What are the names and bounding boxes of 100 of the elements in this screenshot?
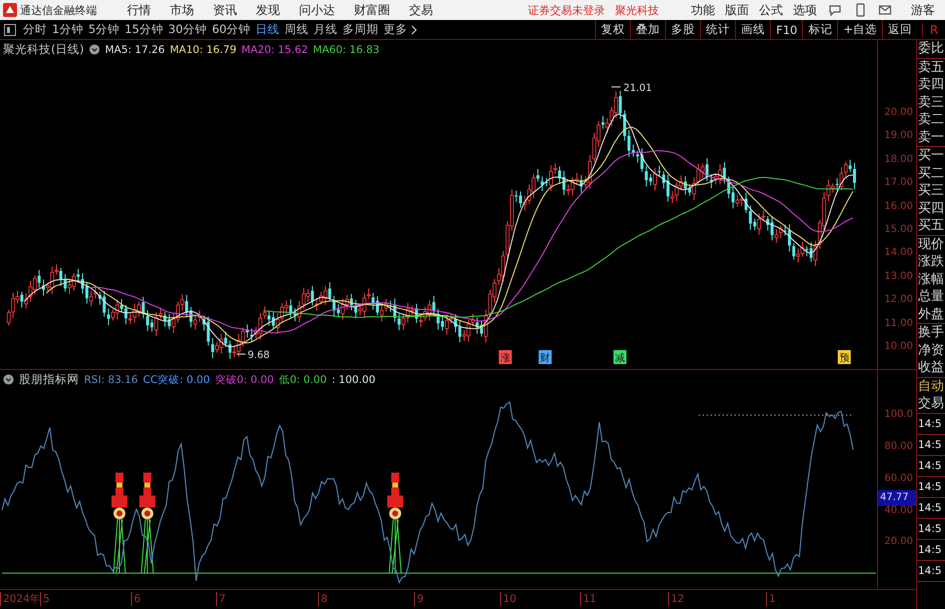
current-value-badge: 47.77 [878, 490, 916, 506]
trade-panel-title[interactable]: 自动 [917, 378, 945, 395]
menu-item[interactable]: 选项 [793, 2, 817, 18]
trade-time: 14:5 [917, 540, 945, 560]
axis-tick-label: 18.00 [884, 152, 913, 167]
quote-field-label: 换手 [917, 324, 945, 342]
axis-tick-label: 17.00 [884, 176, 913, 190]
quote-field-label: 买三 [917, 182, 945, 200]
date-axis-label: 6 [131, 592, 141, 606]
date-axis-label: 12 [668, 592, 684, 606]
quote-field-label: 委比 [917, 40, 945, 58]
stock-name: 聚光科技 [615, 2, 659, 18]
menu-item[interactable]: 资讯 [213, 2, 237, 18]
axis-tick-label: 100.0 [884, 408, 913, 422]
indicator-title: 股朋指标网 [19, 372, 79, 388]
moving-average-value: MA5: 17.26 [104, 44, 165, 56]
login-notice[interactable]: 证券交易未登录 [528, 2, 605, 18]
trade-panel-label: 交易 [917, 395, 945, 412]
event-tag[interactable]: 预 [838, 350, 851, 364]
event-tag[interactable]: 减 [613, 350, 626, 364]
period-tab[interactable]: 分时 [23, 22, 47, 37]
menu-item[interactable]: 公式 [759, 2, 783, 18]
trade-time: 14:5 [917, 414, 945, 434]
quote-field-label: 涨跌 [917, 253, 945, 270]
menu-item[interactable]: 市场 [170, 2, 194, 18]
quote-field-label: 买一 [917, 147, 945, 164]
date-axis-label: 8 [318, 592, 328, 606]
corner-label: R [922, 22, 945, 36]
quote-field-label: 收益 [917, 359, 945, 376]
axis-tick-label: 60.00 [884, 472, 913, 486]
event-tag[interactable]: 涨 [498, 350, 512, 364]
axis-tick-label: 20.00 [884, 106, 913, 120]
axis-tick-label: 40.00 [884, 504, 913, 518]
menu-item[interactable]: 功能 [691, 2, 715, 18]
period-tab[interactable]: 1分钟 [52, 22, 84, 37]
moving-average-value: MA60: 16.83 [312, 44, 380, 56]
trade-time: 14:5 [917, 476, 945, 498]
axis-tick-label: 16.00 [884, 200, 913, 214]
indicator-value: 低0: 0.00 [278, 372, 327, 387]
high-price-label: 21.01 [623, 82, 652, 94]
axis-tick-label: 15.00 [884, 223, 913, 237]
quote-field-label: 净资 [917, 342, 945, 359]
quote-field-label: 总量 [917, 288, 945, 306]
period-tab[interactable]: 30分钟 [168, 22, 207, 37]
date-axis-label: 10 [500, 592, 516, 606]
menu-item[interactable]: 行情 [127, 2, 151, 18]
moving-average-value: MA10: 16.79 [170, 44, 236, 56]
quote-field-label: 卖四 [917, 76, 945, 94]
date-axis-label: 11 [580, 592, 596, 606]
period-tab[interactable]: 日线 [256, 22, 280, 37]
axis-tick-label: 14.00 [884, 246, 913, 260]
quote-field-label: 买五 [917, 217, 945, 234]
trade-time: 14:5 [917, 434, 945, 456]
period-tab[interactable]: 月线 [314, 22, 338, 37]
axis-tick-label: 13.00 [884, 270, 913, 284]
axis-tick-label: 80.00 [884, 440, 913, 454]
menu-item[interactable]: 版面 [725, 2, 749, 18]
indicator-value: RSI: 83.16 [84, 374, 138, 386]
indicator-value: CC突破: 0.00 [143, 372, 210, 387]
quote-field-label: 买二 [917, 164, 945, 182]
quote-field-label: 卖五 [917, 58, 945, 76]
trade-time: 14:5 [917, 498, 945, 518]
axis-tick-label: 11.00 [884, 316, 913, 331]
quote-field-label: 现价 [917, 236, 945, 253]
quote-field-label: 卖一 [917, 128, 945, 146]
date-axis-label: 2024年 [0, 592, 41, 606]
axis-tick-label: 20.00 [884, 535, 913, 550]
menu-item[interactable]: 发现 [256, 2, 280, 18]
quote-field-label: 买四 [917, 200, 945, 217]
more-tab[interactable]: 更多 [384, 22, 408, 37]
moving-average-value: MA20: 15.62 [241, 44, 308, 56]
event-tag[interactable]: 财 [538, 350, 552, 364]
low-price-label: 9.68 [248, 350, 270, 362]
indicator-value: 突破0: 0.00 [214, 372, 274, 387]
period-tab[interactable]: 60分钟 [212, 22, 251, 37]
date-axis-label: 5 [40, 592, 50, 606]
quote-field-label: 卖三 [917, 94, 945, 111]
date-axis-label: 9 [414, 592, 424, 606]
axis-tick-label: 12.00 [884, 293, 913, 308]
period-tab[interactable]: 5分钟 [88, 22, 120, 37]
app-title: 通达信金融终端 [20, 2, 98, 18]
indicator-value: : 100.00 [332, 374, 376, 386]
period-tab[interactable]: 周线 [284, 22, 309, 37]
trade-time: 14:5 [917, 456, 945, 476]
period-tab[interactable]: 15分钟 [124, 22, 164, 37]
menu-item[interactable]: 问小达 [299, 2, 335, 18]
trade-time: 14:5 [917, 518, 945, 540]
menu-item[interactable]: 财富圈 [354, 2, 390, 18]
chart-title: 聚光科技(日线) [3, 42, 84, 58]
quote-field-label: 外盘 [917, 306, 945, 323]
date-axis-label: 1 [766, 592, 776, 606]
user-label[interactable]: 游客 [911, 2, 935, 18]
quote-field-label: 涨幅 [917, 270, 945, 288]
period-tab[interactable]: 多周期 [342, 22, 379, 37]
menu-item[interactable]: 交易 [409, 2, 433, 18]
axis-tick-label: 10.00 [884, 340, 913, 354]
axis-tick-label: 19.00 [884, 129, 913, 144]
trade-time: 14:5 [917, 560, 945, 582]
date-axis-label: 7 [216, 592, 226, 606]
quote-field-label: 卖二 [917, 111, 945, 128]
